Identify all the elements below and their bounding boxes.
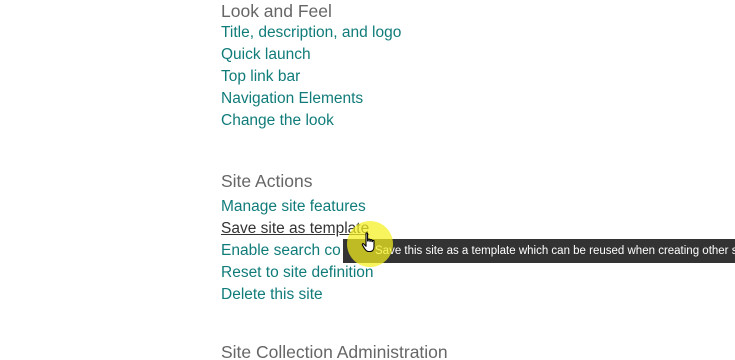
manage-site-features-link[interactable]: Manage site features [221, 196, 374, 218]
delete-this-site-link[interactable]: Delete this site [221, 284, 374, 306]
look-and-feel-links: Title, description, and logo Quick launc… [221, 22, 401, 132]
look-and-feel-heading: Look and Feel [221, 1, 332, 21]
reset-to-site-definition-link[interactable]: Reset to site definition [221, 262, 374, 284]
site-actions-section: Site Actions Manage site features Save s… [221, 170, 374, 306]
site-actions-heading: Site Actions [221, 171, 313, 191]
tooltip: Save this site as a template which can b… [343, 239, 735, 263]
look-and-feel-section: Look and Feel Title, description, and lo… [221, 0, 401, 132]
top-link-bar-link[interactable]: Top link bar [221, 66, 401, 88]
site-settings-page: Look and Feel Title, description, and lo… [0, 0, 735, 360]
change-the-look-link[interactable]: Change the look [221, 110, 401, 132]
save-site-as-template-link[interactable]: Save site as template [221, 218, 374, 240]
site-collection-admin-section: Site Collection Administration [221, 341, 448, 360]
navigation-elements-link[interactable]: Navigation Elements [221, 88, 401, 110]
quick-launch-link[interactable]: Quick launch [221, 44, 401, 66]
title-description-logo-link[interactable]: Title, description, and logo [221, 22, 401, 44]
site-collection-admin-heading: Site Collection Administration [221, 342, 448, 360]
